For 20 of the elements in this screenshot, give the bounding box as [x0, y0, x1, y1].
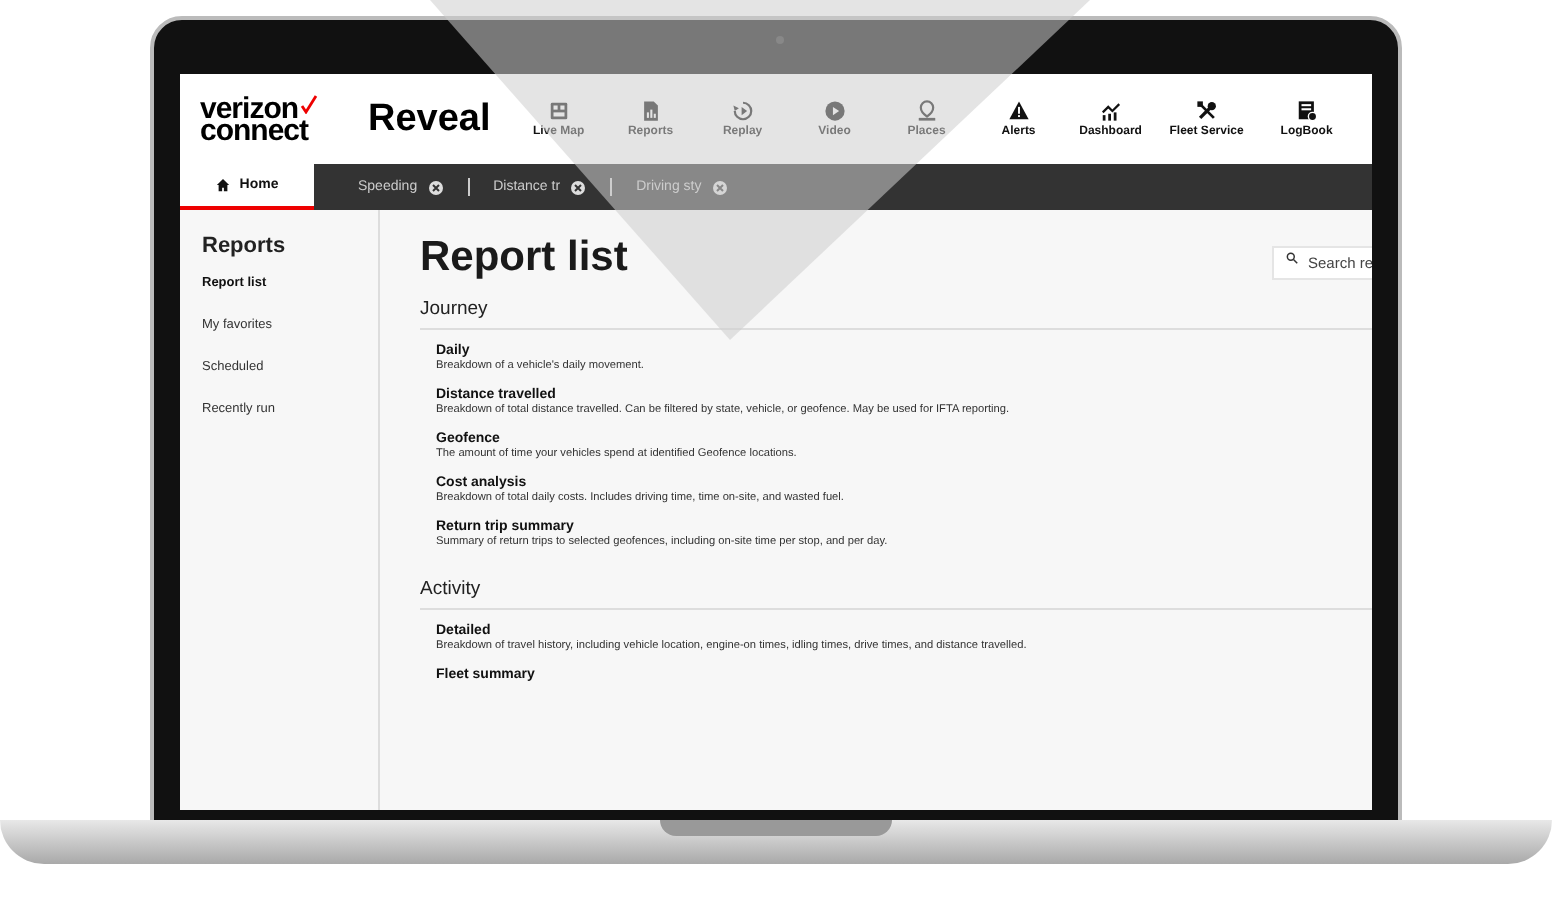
nav-icon [823, 100, 846, 122]
nav-icon [915, 100, 938, 122]
page-title: Report list [420, 234, 628, 282]
sidebar-title: Reports [202, 234, 288, 258]
home-icon [215, 178, 230, 192]
product-name: Reveal [368, 97, 491, 141]
nav-icon [547, 100, 570, 122]
section-heading: Activity [420, 578, 483, 600]
close-icon[interactable] [427, 179, 444, 195]
nav-icon [639, 100, 662, 122]
section-heading: Journey [420, 298, 490, 320]
nav-icon [1007, 100, 1030, 122]
nav-icon [731, 100, 754, 122]
logo-text: connect [200, 119, 309, 141]
close-icon[interactable] [570, 179, 587, 195]
logo-text: verizon [200, 97, 299, 119]
nav-icon [1099, 100, 1122, 122]
check-icon [300, 93, 318, 113]
nav-icon [1195, 100, 1218, 122]
nav-icon [1295, 100, 1318, 122]
